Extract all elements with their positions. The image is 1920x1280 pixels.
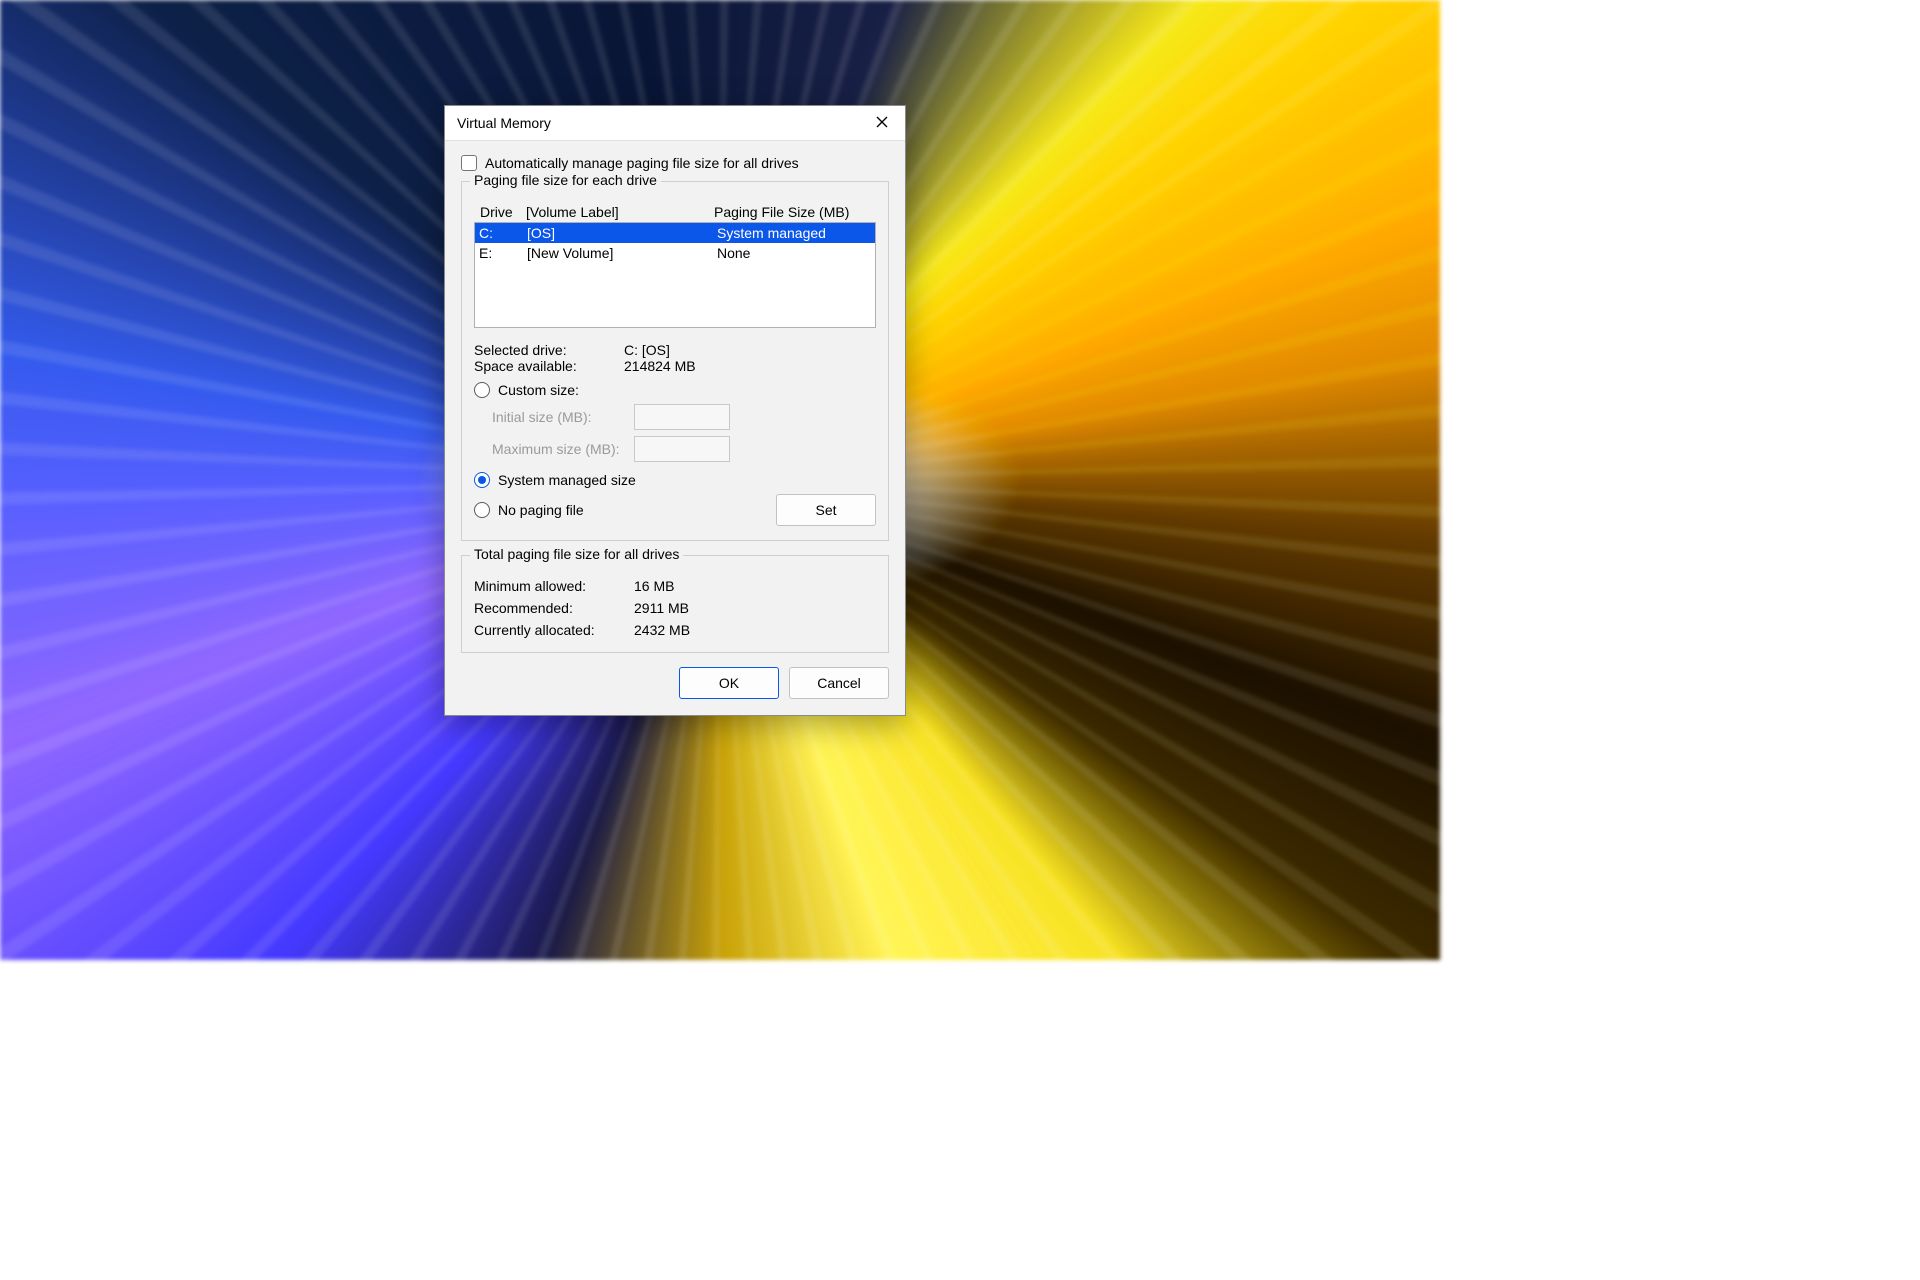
drive-row[interactable]: E: [New Volume] None	[475, 243, 875, 263]
currently-allocated-label: Currently allocated:	[474, 622, 634, 638]
space-available-value: 214824 MB	[624, 358, 696, 374]
window-close-button[interactable]	[865, 109, 899, 137]
auto-manage-label: Automatically manage paging file size fo…	[485, 155, 799, 171]
totals-group: Total paging file size for all drives Mi…	[461, 555, 889, 653]
auto-manage-checkbox[interactable]	[461, 155, 477, 171]
space-available-label: Space available:	[474, 358, 624, 374]
minimum-allowed-value: 16 MB	[634, 578, 674, 594]
drive-row[interactable]: C: [OS] System managed	[475, 223, 875, 243]
initial-size-input[interactable]	[634, 404, 730, 430]
maximum-size-label: Maximum size (MB):	[492, 441, 624, 457]
cancel-button[interactable]: Cancel	[789, 667, 889, 699]
currently-allocated-value: 2432 MB	[634, 622, 690, 638]
maximum-size-row: Maximum size (MB):	[492, 436, 876, 462]
titlebar: Virtual Memory	[445, 106, 905, 141]
custom-size-label: Custom size:	[498, 382, 579, 398]
recommended-value: 2911 MB	[634, 600, 689, 616]
drive-volume: [OS]	[527, 223, 717, 243]
system-managed-label: System managed size	[498, 472, 636, 488]
drive-header-drive: Drive	[480, 204, 526, 220]
per-drive-group: Paging file size for each drive Drive [V…	[461, 181, 889, 541]
custom-size-radio-row: Custom size:	[474, 382, 876, 398]
drive-header-pfs: Paging File Size (MB)	[714, 204, 874, 220]
system-managed-radio[interactable]	[474, 472, 490, 488]
window-title: Virtual Memory	[457, 115, 551, 131]
per-drive-group-title: Paging file size for each drive	[470, 172, 661, 188]
drive-letter: E:	[479, 243, 527, 263]
recommended-label: Recommended:	[474, 600, 634, 616]
no-paging-radio-row: No paging file	[474, 494, 584, 526]
drive-volume: [New Volume]	[527, 243, 717, 263]
no-paging-label: No paging file	[498, 502, 584, 518]
initial-size-row: Initial size (MB):	[492, 404, 876, 430]
set-button[interactable]: Set	[776, 494, 876, 526]
virtual-memory-dialog: Virtual Memory Automatically manage pagi…	[444, 105, 906, 716]
selected-drive-label: Selected drive:	[474, 342, 624, 358]
drive-list[interactable]: C: [OS] System managed E: [New Volume] N…	[474, 222, 876, 328]
drive-letter: C:	[479, 223, 527, 243]
maximum-size-input[interactable]	[634, 436, 730, 462]
initial-size-label: Initial size (MB):	[492, 409, 624, 425]
close-icon	[876, 115, 888, 131]
selected-drive-value: C: [OS]	[624, 342, 670, 358]
ok-button[interactable]: OK	[679, 667, 779, 699]
custom-size-radio[interactable]	[474, 382, 490, 398]
dialog-footer: OK Cancel	[461, 667, 889, 699]
totals-group-title: Total paging file size for all drives	[470, 546, 683, 562]
auto-manage-row: Automatically manage paging file size fo…	[461, 155, 889, 171]
drive-pfs: None	[717, 243, 875, 263]
selected-drive-info: Selected drive: C: [OS] Space available:…	[474, 342, 876, 374]
no-paging-radio[interactable]	[474, 502, 490, 518]
radio-dot-icon	[478, 476, 486, 484]
drive-header-volume: [Volume Label]	[526, 204, 714, 220]
minimum-allowed-label: Minimum allowed:	[474, 578, 634, 594]
system-managed-radio-row: System managed size	[474, 472, 876, 488]
dialog-body: Automatically manage paging file size fo…	[445, 141, 905, 715]
drive-pfs: System managed	[717, 223, 875, 243]
drive-list-header: Drive [Volume Label] Paging File Size (M…	[474, 204, 876, 222]
